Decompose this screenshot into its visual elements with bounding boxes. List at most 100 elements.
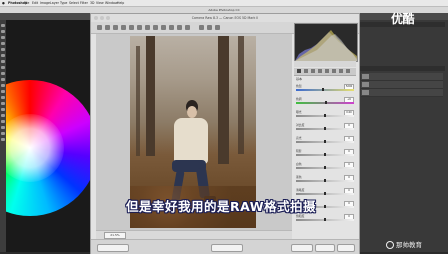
slider-handle[interactable] <box>324 127 326 130</box>
slider-label: 高光 <box>296 136 302 140</box>
watermark-text: 那帅教育 <box>396 241 422 249</box>
white-balance-tool-icon[interactable] <box>113 25 118 30</box>
pen-tool-icon[interactable] <box>1 108 5 111</box>
slider-label: 清晰度 <box>296 188 305 192</box>
menu-3d[interactable]: 3D <box>90 0 94 6</box>
blur-tool-icon[interactable] <box>1 96 5 99</box>
dialog-title: Camera Raw 8.3 — Canon EOS 5D Mark II <box>191 16 259 20</box>
zoom-level-select[interactable]: 21.5% <box>104 232 126 239</box>
histogram <box>294 23 358 62</box>
video-subtitle: 但是幸好我用的是RAW格式拍摄 <box>125 199 317 214</box>
cancel-button[interactable] <box>315 244 335 252</box>
slider-label: 对比度 <box>296 123 305 127</box>
lasso-tool-icon[interactable] <box>1 36 5 39</box>
layer-row[interactable] <box>361 89 443 97</box>
menu-layer[interactable]: Layer <box>50 0 59 6</box>
graduated-filter-icon[interactable] <box>177 25 182 30</box>
menu-filter[interactable]: Filter <box>80 0 88 6</box>
straighten-tool-icon[interactable] <box>145 25 150 30</box>
tone-curve-tab-icon[interactable] <box>304 69 308 73</box>
adjustment-brush-icon[interactable] <box>169 25 174 30</box>
menu-edit[interactable]: Edit <box>32 0 38 6</box>
menu-window[interactable]: Window <box>105 0 118 6</box>
lens-corrections-tab-icon[interactable] <box>332 69 336 73</box>
zoom-tool-icon[interactable] <box>1 138 5 141</box>
panel-title: 基本 <box>296 77 303 81</box>
slider-row: 白色 0 <box>296 162 354 170</box>
hand-tool-icon[interactable] <box>105 25 110 30</box>
done-button[interactable] <box>337 244 355 252</box>
layers-tab-bar[interactable] <box>359 66 445 71</box>
layer-row[interactable] <box>361 81 443 89</box>
move-tool-icon[interactable] <box>1 24 5 27</box>
gradient-tool-icon[interactable] <box>1 90 5 93</box>
right-panels <box>357 20 448 252</box>
rotate-right-icon[interactable] <box>215 25 220 30</box>
radial-filter-icon[interactable] <box>185 25 190 30</box>
menu-file[interactable]: File <box>24 0 29 6</box>
slider-handle[interactable] <box>322 88 325 91</box>
rotate-left-icon[interactable] <box>207 25 212 30</box>
slider-handle[interactable] <box>325 101 328 104</box>
slider-label: 白色 <box>296 162 302 166</box>
quick-select-tool-icon[interactable] <box>1 42 5 45</box>
eyedropper-tool-icon[interactable] <box>1 54 5 57</box>
slider-row: 阴影 0 <box>296 149 354 157</box>
spot-removal-tool-icon[interactable] <box>153 25 158 30</box>
slider-row: 曝光 0.00 <box>296 110 354 118</box>
color-sampler-tool-icon[interactable] <box>121 25 126 30</box>
slider-handle[interactable] <box>324 192 326 195</box>
menu-view[interactable]: View <box>96 0 104 6</box>
histogram-graph <box>295 30 357 61</box>
slider-handle[interactable] <box>324 166 326 169</box>
layer-thumbnail <box>362 90 369 95</box>
background-document <box>6 20 90 252</box>
open-image-button[interactable] <box>291 244 313 252</box>
menu-help[interactable]: Help <box>117 0 124 6</box>
slider-handle[interactable] <box>324 114 326 117</box>
crop-tool-icon[interactable] <box>137 25 142 30</box>
menu-image[interactable]: Image <box>40 0 50 6</box>
menu-type[interactable]: Type <box>60 0 67 6</box>
crop-tool-icon[interactable] <box>1 48 5 51</box>
targeted-adjustment-tool-icon[interactable] <box>129 25 134 30</box>
effects-tab-icon[interactable] <box>339 69 343 73</box>
type-tool-icon[interactable] <box>1 114 5 117</box>
detail-tab-icon[interactable] <box>311 69 315 73</box>
save-image-button[interactable] <box>97 244 129 252</box>
slider-label: 曝光 <box>296 110 302 114</box>
menu-select[interactable]: Select <box>69 0 79 6</box>
layer-row[interactable] <box>361 73 443 81</box>
zoom-tool-icon[interactable] <box>97 25 102 30</box>
split-toning-tab-icon[interactable] <box>325 69 329 73</box>
slider-label: 色温 <box>296 84 302 88</box>
preferences-icon[interactable] <box>199 25 204 30</box>
watermark: 那帅教育 <box>386 239 422 249</box>
slider-label: 阴影 <box>296 149 302 153</box>
red-eye-tool-icon[interactable] <box>161 25 166 30</box>
slider-label: 黑色 <box>296 175 302 179</box>
workflow-options-link[interactable] <box>211 244 243 252</box>
slider-row: 色调 +6 <box>296 97 354 105</box>
healing-tool-icon[interactable] <box>1 60 5 63</box>
brush-tool-icon[interactable] <box>1 66 5 69</box>
slider-handle[interactable] <box>324 179 326 182</box>
slider-track[interactable] <box>296 89 354 91</box>
hsl-tab-icon[interactable] <box>318 69 322 73</box>
stamp-tool-icon[interactable] <box>1 72 5 75</box>
dodge-tool-icon[interactable] <box>1 102 5 105</box>
marquee-tool-icon[interactable] <box>1 30 5 33</box>
shape-tool-icon[interactable] <box>1 126 5 129</box>
slider-handle[interactable] <box>324 153 326 156</box>
hand-tool-icon[interactable] <box>1 132 5 135</box>
path-select-tool-icon[interactable] <box>1 120 5 123</box>
basic-tab-icon[interactable] <box>297 69 301 73</box>
layer-thumbnail <box>362 82 369 87</box>
slider-row: 饱和度 0 <box>296 214 354 222</box>
slider-handle[interactable] <box>324 140 326 143</box>
history-brush-tool-icon[interactable] <box>1 78 5 81</box>
eraser-tool-icon[interactable] <box>1 84 5 87</box>
apple-icon[interactable]: ● <box>2 0 5 6</box>
camera-calibration-tab-icon[interactable] <box>346 69 350 73</box>
slider-handle[interactable] <box>324 218 326 221</box>
